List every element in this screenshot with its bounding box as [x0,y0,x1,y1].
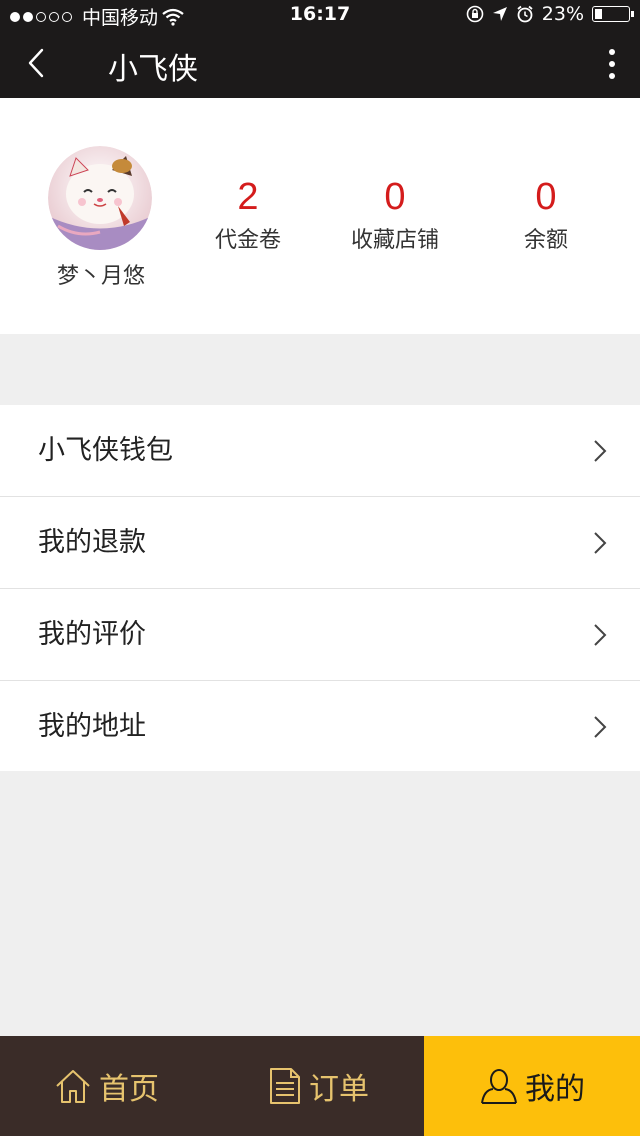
tab-label: 我的 [525,1072,585,1107]
orientation-lock-icon [466,5,484,23]
battery-icon [592,6,634,22]
chevron-right-icon [594,532,607,554]
home-icon [56,1070,90,1103]
document-icon [270,1068,300,1104]
nav-bar: 小飞侠 [0,30,640,98]
tab-mine[interactable]: 我的 [424,1036,640,1136]
stat-value: 2 [237,176,259,218]
menu-item-wallet[interactable]: 小飞侠钱包 [0,405,640,497]
tab-home[interactable]: 首页 [0,1036,212,1136]
menu-item-label: 小飞侠钱包 [38,435,173,466]
stat-favorite-shops[interactable]: 0 收藏店铺 [315,176,475,254]
menu-item-label: 我的退款 [38,527,146,558]
more-options-button[interactable] [602,44,622,84]
stat-vouchers[interactable]: 2 代金卷 [168,176,328,254]
menu-item-label: 我的地址 [38,711,146,742]
location-arrow-icon [492,7,507,21]
stat-label: 代金卷 [214,228,281,253]
menu-item-reviews[interactable]: 我的评价 [0,589,640,681]
alarm-icon [517,5,533,23]
chevron-left-icon [28,48,44,78]
tab-label: 首页 [99,1072,159,1107]
menu-item-address[interactable]: 我的地址 [0,681,640,771]
chevron-right-icon [594,440,607,462]
stat-label: 收藏店铺 [350,228,439,253]
page-title: 小飞侠 [108,52,198,87]
stat-balance[interactable]: 0 余额 [466,176,626,254]
lucky-cat-avatar-icon [48,146,152,250]
bottom-tab-bar: 首页 订单 我的 [0,1036,640,1136]
menu-item-refunds[interactable]: 我的退款 [0,497,640,589]
stat-value: 0 [384,176,406,218]
username: 梦丶月悠 [56,264,145,289]
tab-label: 订单 [309,1072,369,1107]
back-button[interactable] [20,44,60,84]
tab-orders[interactable]: 订单 [212,1036,424,1136]
menu-item-label: 我的评价 [38,619,146,650]
battery-percentage: 23% [541,3,584,25]
status-bar-right: 23% [466,3,634,25]
stat-value: 0 [535,176,557,218]
menu-list: 小飞侠钱包 我的退款 我的评价 我的地址 [0,405,640,771]
stat-label: 余额 [523,228,568,253]
chevron-right-icon [594,716,607,738]
profile-header: 梦丶月悠 2 代金卷 0 收藏店铺 0 余额 [0,98,640,334]
user-icon [481,1069,517,1104]
status-bar: 中国移动 16:17 23% [0,0,640,30]
vertical-dots-icon [609,49,615,55]
avatar[interactable] [48,146,152,250]
chevron-right-icon [594,624,607,646]
